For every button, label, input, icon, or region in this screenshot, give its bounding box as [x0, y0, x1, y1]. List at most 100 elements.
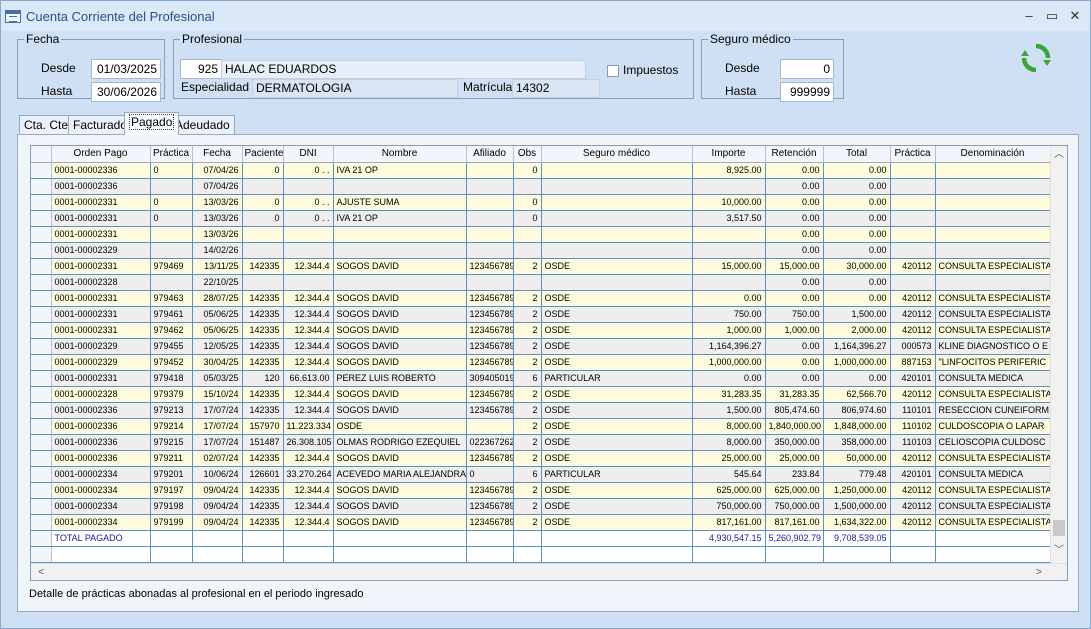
- row-selector[interactable]: [31, 370, 52, 387]
- horizontal-scrollbar[interactable]: < >: [31, 563, 1067, 580]
- table-row[interactable]: 0001-00002331 0 13/03/26 0 0 . . IVA 21 OP 0 3,…: [31, 210, 1051, 227]
- row-selector[interactable]: [31, 290, 52, 307]
- table-row[interactable]: 0001-00002331 13/03/26 0.00 0.00: [31, 226, 1051, 243]
- column-header[interactable]: Práctica: [150, 146, 193, 163]
- table-cell: 0: [242, 210, 284, 227]
- column-header[interactable]: Orden Pago: [51, 146, 151, 163]
- row-selector[interactable]: [31, 514, 52, 531]
- table-cell: [283, 274, 334, 291]
- seguro-hasta-input[interactable]: 999999: [780, 82, 834, 102]
- table-row[interactable]: 0001-00002331 979463 28/07/25 142335 12.344.…: [31, 290, 1051, 307]
- table-row[interactable]: 0001-00002334 979201 10/06/24 126601 33.270.…: [31, 466, 1051, 483]
- tab-adeudado[interactable]: Adeudado: [170, 115, 235, 135]
- table-row[interactable]: 0001-00002334 979197 09/04/24 142335 12.344.…: [31, 482, 1051, 499]
- table-row[interactable]: 0001-00002336 979215 17/07/24 151487 26.308.…: [31, 434, 1051, 451]
- row-selector[interactable]: [31, 274, 52, 291]
- scroll-right-icon[interactable]: >: [1031, 564, 1047, 580]
- column-header[interactable]: Total: [823, 146, 891, 163]
- table-cell: CONSULTA ESPECIALISTA: [935, 306, 1051, 323]
- profesional-code-input[interactable]: 925: [180, 59, 222, 79]
- row-selector[interactable]: [31, 450, 52, 467]
- row-selector[interactable]: [31, 418, 52, 435]
- table-row[interactable]: 0001-00002329 979452 30/04/25 142335 12.344.…: [31, 354, 1051, 371]
- table-cell: 979215: [150, 434, 193, 451]
- table-cell: [890, 194, 936, 211]
- table-row[interactable]: 0001-00002328 979379 15/10/24 142335 12.344.…: [31, 386, 1051, 403]
- impuestos-checkbox[interactable]: [607, 65, 619, 77]
- scroll-up-icon[interactable]: ︿: [1051, 146, 1067, 163]
- table-row[interactable]: 0001-00002334 979198 09/04/24 142335 12.344.…: [31, 498, 1051, 515]
- row-selector[interactable]: [31, 226, 52, 243]
- table-cell: [150, 178, 193, 195]
- row-selector[interactable]: [31, 242, 52, 259]
- column-header[interactable]: Importe: [692, 146, 766, 163]
- row-selector[interactable]: [31, 194, 52, 211]
- column-header[interactable]: DNI: [283, 146, 334, 163]
- seguro-desde-input[interactable]: 0: [780, 59, 834, 79]
- table-row[interactable]: 0001-00002336 0 07/04/26 0 0 . . IVA 21 OP 0 8,…: [31, 162, 1051, 179]
- row-selector[interactable]: [31, 434, 52, 451]
- table-row[interactable]: 0001-00002331 979418 05/03/25 120 66.613.00 P…: [31, 370, 1051, 387]
- refresh-icon[interactable]: [1021, 43, 1051, 73]
- table-cell: AJUSTE SUMA: [333, 194, 467, 211]
- row-selector[interactable]: [31, 162, 52, 179]
- table-row[interactable]: 0001-00002331 979461 05/06/25 142335 12.344.…: [31, 306, 1051, 323]
- table-row[interactable]: 0001-00002329 14/02/26 0.00 0.00: [31, 242, 1051, 259]
- table-row[interactable]: 0001-00002336 979211 02/07/24 142335 12.344.…: [31, 450, 1051, 467]
- table-cell: 0.00: [765, 162, 824, 179]
- row-selector[interactable]: [31, 482, 52, 499]
- table-cell: 8,000.00: [692, 434, 766, 451]
- row-selector[interactable]: [31, 338, 52, 355]
- column-header[interactable]: Obs: [513, 146, 542, 163]
- column-header[interactable]: Afiliado: [466, 146, 514, 163]
- table-row[interactable]: 0001-00002331 979462 05/06/25 142335 12.344.…: [31, 322, 1051, 339]
- fecha-desde-input[interactable]: 01/03/2025: [91, 59, 161, 79]
- row-selector[interactable]: [31, 402, 52, 419]
- table-row[interactable]: 0001-00002331 0 13/03/26 0 0 . . AJUSTE SUMA 0…: [31, 194, 1051, 211]
- pagado-grid[interactable]: Orden Pago Práctica Fecha Paciente DNI Nombre…: [30, 145, 1068, 581]
- row-selector[interactable]: [31, 386, 52, 403]
- table-cell: 126601: [242, 466, 284, 483]
- table-cell: 3,517.50: [692, 210, 766, 227]
- close-button[interactable]: ✕: [1064, 7, 1086, 25]
- column-header[interactable]: Nombre: [333, 146, 467, 163]
- table-row[interactable]: 0001-00002329 979455 12/05/25 142335 12.344.…: [31, 338, 1051, 355]
- column-header[interactable]: Retención: [765, 146, 824, 163]
- table-cell: 000573: [890, 338, 936, 355]
- row-selector[interactable]: [31, 178, 52, 195]
- table-cell: IVA 21 OP: [333, 210, 467, 227]
- table-row[interactable]: 0001-00002328 22/10/25 0.00 0.00: [31, 274, 1051, 291]
- scroll-left-icon[interactable]: <: [33, 564, 49, 580]
- tab-pagado[interactable]: Pagado: [124, 112, 180, 135]
- row-selector[interactable]: [31, 466, 52, 483]
- new-row[interactable]: [31, 546, 1051, 563]
- row-selector[interactable]: [31, 258, 52, 275]
- table-cell: [31, 530, 52, 547]
- table-cell: [283, 178, 334, 195]
- row-selector[interactable]: [31, 306, 52, 323]
- vertical-scroll-thumb[interactable]: [1053, 520, 1065, 536]
- fecha-hasta-input[interactable]: 30/06/2026: [91, 82, 161, 102]
- row-selector[interactable]: [31, 210, 52, 227]
- table-cell: 0001-00002336: [51, 162, 151, 179]
- table-row[interactable]: 0001-00002336 07/04/26 0.00 0.00: [31, 178, 1051, 195]
- table-row[interactable]: 0001-00002334 979199 09/04/24 142335 12.344.…: [31, 514, 1051, 531]
- table-cell: 0.00: [823, 242, 891, 259]
- table-row[interactable]: 0001-00002331 979469 13/11/25 142335 12.344.…: [31, 258, 1051, 275]
- minimize-button[interactable]: ‒: [1018, 7, 1040, 25]
- column-header[interactable]: Denominación: [935, 146, 1051, 163]
- table-cell: [935, 162, 1051, 179]
- table-row[interactable]: 0001-00002336 979213 17/07/24 142335 12.344.…: [31, 402, 1051, 419]
- scroll-down-icon[interactable]: ﹀: [1051, 542, 1067, 559]
- row-selector[interactable]: [31, 354, 52, 371]
- maximize-button[interactable]: ▭: [1041, 7, 1063, 25]
- column-header[interactable]: Seguro médico: [541, 146, 693, 163]
- column-header[interactable]: Fecha: [192, 146, 243, 163]
- table-row[interactable]: 0001-00002336 979214 17/07/24 157970 11.223.…: [31, 418, 1051, 435]
- tab-facturado[interactable]: Facturado: [68, 115, 133, 135]
- column-header[interactable]: Paciente: [242, 146, 284, 163]
- row-selector[interactable]: [31, 322, 52, 339]
- column-header[interactable]: Práctica: [890, 146, 936, 163]
- row-selector[interactable]: [31, 498, 52, 515]
- vertical-scrollbar[interactable]: ︿ ﹀: [1050, 146, 1067, 565]
